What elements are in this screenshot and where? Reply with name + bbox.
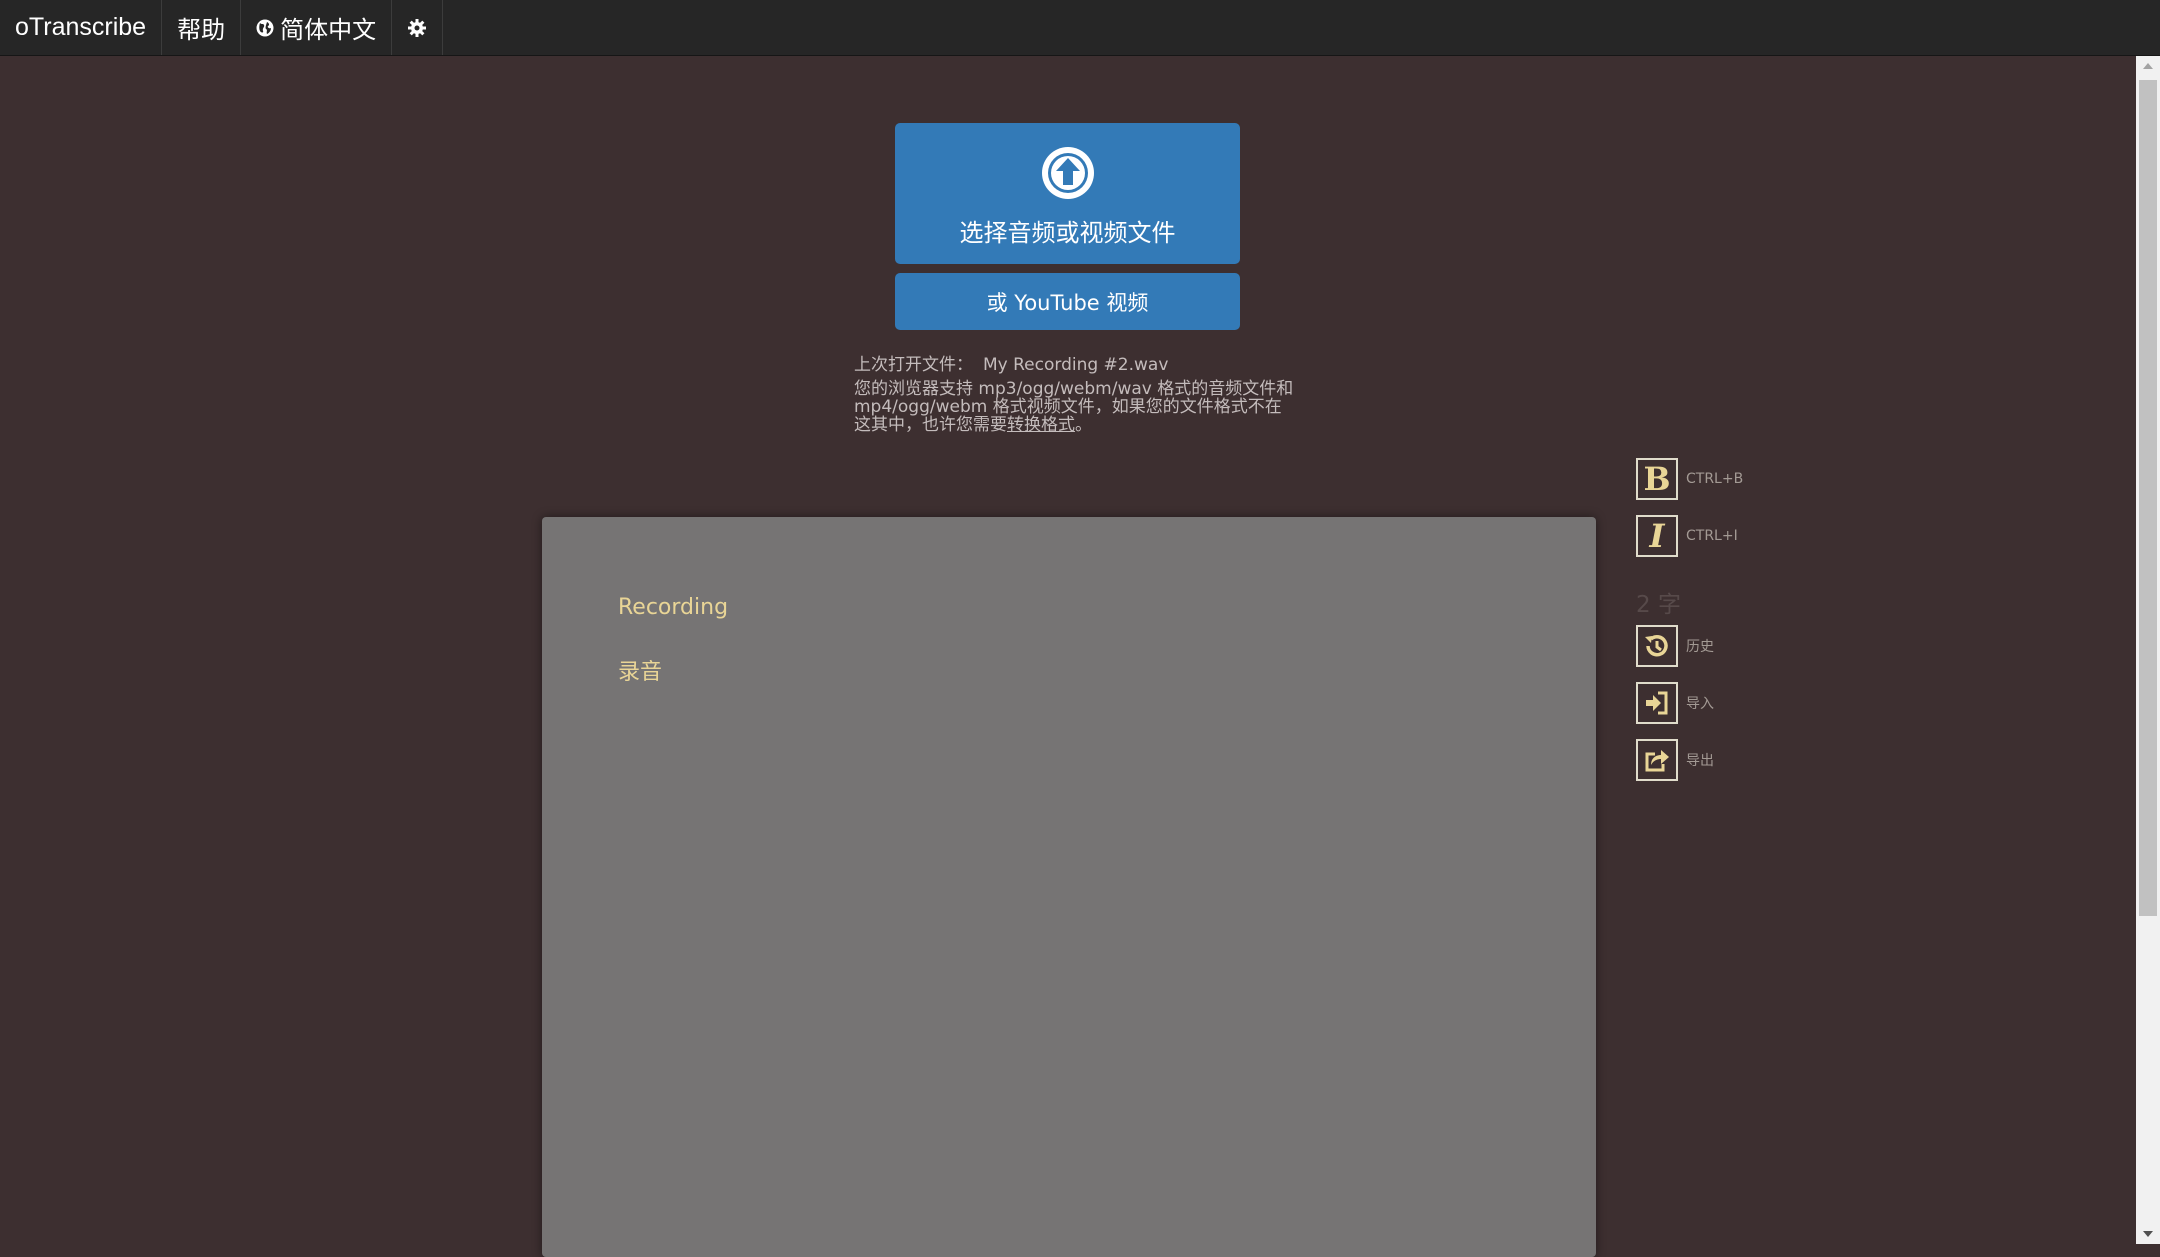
upload-circle-icon <box>1040 145 1096 205</box>
italic-shortcut: CTRL+I <box>1686 528 1738 544</box>
choose-file-label: 选择音频或视频文件 <box>959 219 1176 247</box>
last-opened-line: 上次打开文件： My Recording #2.wav <box>854 356 1294 374</box>
bold-shortcut: CTRL+B <box>1686 471 1744 487</box>
support-end-punct: 。 <box>1075 415 1092 435</box>
convert-format-link[interactable]: 转换格式 <box>1007 415 1075 435</box>
language-menu[interactable]: 简体中文 <box>241 0 393 55</box>
settings-button[interactable] <box>392 0 444 55</box>
page-scrollbar[interactable] <box>2136 56 2160 1244</box>
editor-line: 录音 <box>618 660 663 685</box>
italic-button[interactable]: I CTRL+I <box>1636 515 1738 557</box>
word-count: 2 字 <box>1636 592 1681 618</box>
scroll-up-arrow-icon[interactable] <box>2136 56 2160 76</box>
italic-icon: I <box>1636 515 1678 557</box>
editor-line: Recording <box>618 595 729 620</box>
import-label: 导入 <box>1686 696 1714 712</box>
brand-link[interactable]: oTranscribe <box>0 0 163 55</box>
top-navbar: oTranscribe 帮助 简体中文 <box>0 0 2160 56</box>
last-opened-prefix: 上次打开文件： <box>854 355 973 375</box>
export-button[interactable]: 导出 <box>1636 739 1714 781</box>
history-button[interactable]: 历史 <box>1636 625 1714 667</box>
import-button[interactable]: 导入 <box>1636 682 1714 724</box>
gear-icon <box>407 18 427 38</box>
transcript-editor[interactable]: Recording 录音 <box>542 517 1596 1257</box>
file-info: 上次打开文件： My Recording #2.wav 您的浏览器支持 mp3/o… <box>854 356 1294 434</box>
last-opened-file[interactable]: My Recording #2.wav <box>983 355 1168 375</box>
export-label: 导出 <box>1686 753 1714 769</box>
scrollbar-thumb[interactable] <box>2139 80 2157 916</box>
export-icon <box>1636 739 1678 781</box>
language-label: 简体中文 <box>280 16 377 44</box>
bold-button[interactable]: B CTRL+B <box>1636 458 1743 500</box>
globe-icon <box>256 19 274 37</box>
import-icon <box>1636 682 1678 724</box>
scroll-down-arrow-icon[interactable] <box>2136 1224 2160 1244</box>
format-support-note: 您的浏览器支持 mp3/ogg/webm/wav 格式的音频文件和 mp4/og… <box>854 380 1294 434</box>
history-icon <box>1636 625 1678 667</box>
help-menu[interactable]: 帮助 <box>162 0 242 55</box>
youtube-button[interactable]: 或 YouTube 视频 <box>895 273 1240 330</box>
choose-file-button[interactable]: 选择音频或视频文件 <box>895 123 1240 264</box>
bold-icon: B <box>1636 458 1678 500</box>
history-label: 历史 <box>1686 639 1714 655</box>
